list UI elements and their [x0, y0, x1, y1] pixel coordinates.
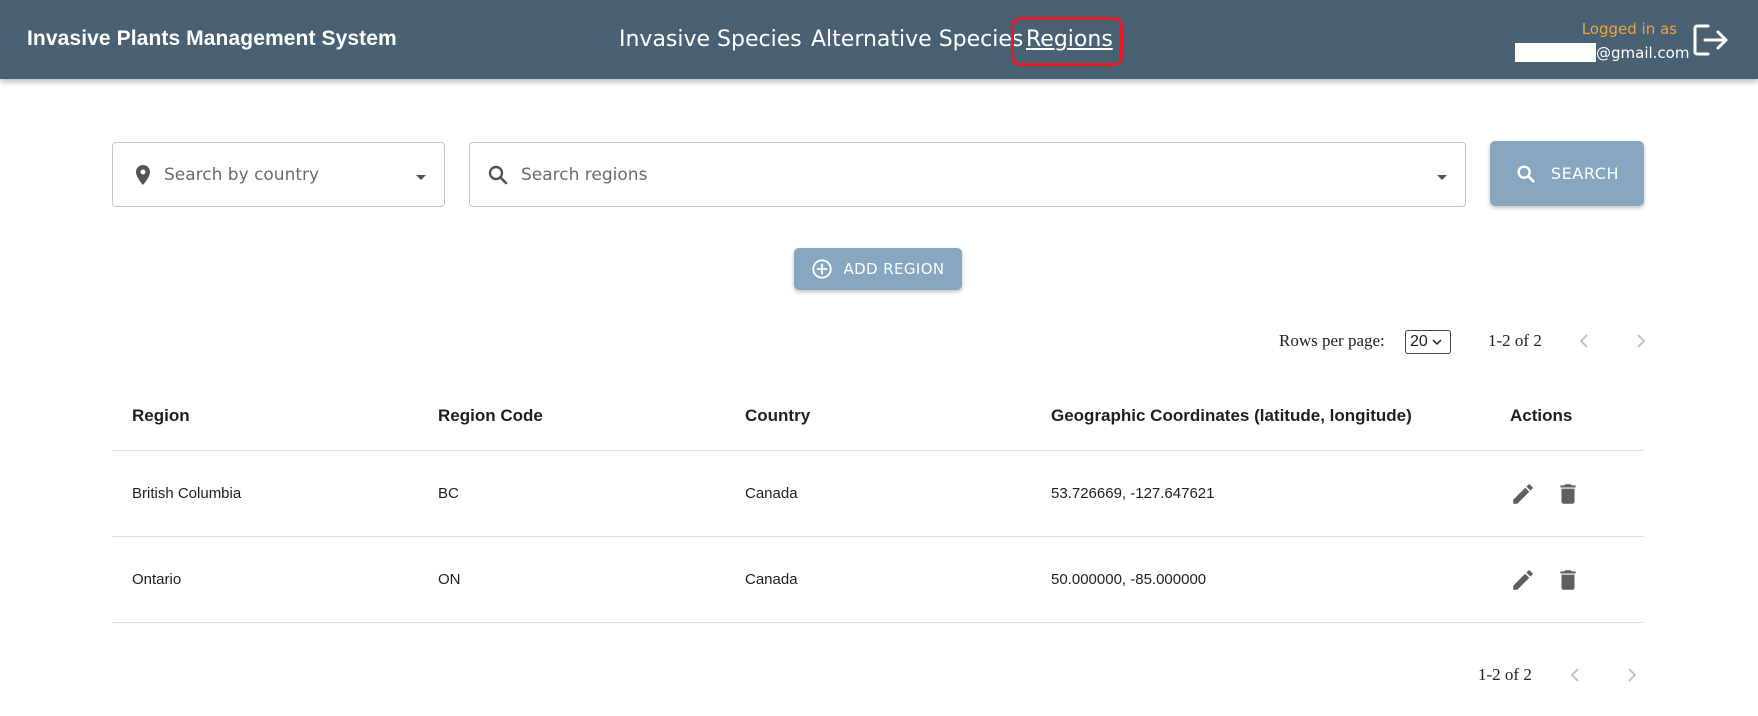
edit-pencil-icon[interactable]: [1510, 567, 1536, 593]
active-nav-highlight: [1011, 17, 1123, 66]
add-region-label: ADD REGION: [843, 260, 945, 278]
search-icon: [488, 165, 508, 185]
row-actions: [1510, 451, 1600, 536]
email-domain: @gmail.com: [1596, 43, 1690, 62]
prev-page-icon[interactable]: [1566, 665, 1586, 685]
top-app-bar: Invasive Plants Management System Invasi…: [0, 0, 1758, 79]
dropdown-caret-icon: [1437, 175, 1447, 180]
chevron-down-icon: [1432, 339, 1442, 346]
logout-icon: [1693, 24, 1728, 56]
rows-per-page-value: 20: [1410, 333, 1428, 350]
region-placeholder: Search regions: [521, 165, 648, 185]
column-header-region[interactable]: Region: [132, 381, 190, 450]
row-actions: [1510, 537, 1600, 622]
country-select[interactable]: Search by country: [112, 142, 445, 207]
redacted-email-mask: [1515, 43, 1596, 62]
column-header-country[interactable]: Country: [745, 381, 810, 450]
add-circle-icon: [812, 259, 833, 279]
nav-alternative-species[interactable]: Alternative Species: [811, 27, 1023, 52]
search-icon: [1517, 164, 1535, 183]
next-page-icon[interactable]: [1630, 331, 1650, 351]
cell-region: Ontario: [132, 571, 182, 588]
cell-region-code: BC: [438, 485, 459, 502]
region-search-input[interactable]: Search regions: [469, 142, 1466, 207]
location-pin-icon: [136, 165, 150, 185]
nav-invasive-species[interactable]: Invasive Species: [619, 27, 802, 52]
prev-page-icon[interactable]: [1575, 331, 1595, 351]
rows-per-page-select[interactable]: 20: [1405, 330, 1451, 354]
page-range-top: 1-2 of 2: [1488, 331, 1542, 350]
column-header-coordinates[interactable]: Geographic Coordinates (latitude, longit…: [1051, 381, 1412, 450]
user-email: @gmail.com: [1515, 42, 1689, 63]
cell-coordinates: 50.000000, -85.000000: [1051, 571, 1207, 588]
table-row: British Columbia BC Canada 53.726669, -1…: [112, 451, 1644, 537]
next-page-icon[interactable]: [1621, 665, 1641, 685]
search-button[interactable]: SEARCH: [1490, 141, 1644, 206]
cell-coordinates: 53.726669, -127.647621: [1051, 485, 1215, 502]
search-button-label: SEARCH: [1550, 164, 1620, 183]
delete-trash-icon[interactable]: [1555, 567, 1581, 593]
edit-pencil-icon[interactable]: [1510, 481, 1536, 507]
table-row: Ontario ON Canada 50.000000, -85.000000: [112, 537, 1644, 623]
dropdown-caret-icon: [416, 175, 426, 180]
app-title: Invasive Plants Management System: [27, 27, 397, 50]
rows-per-page-label: Rows per page:: [1279, 331, 1385, 350]
table-header: Region Region Code Country Geographic Co…: [112, 381, 1644, 451]
cell-region: British Columbia: [132, 485, 242, 502]
column-header-region-code[interactable]: Region Code: [438, 381, 543, 450]
cell-region-code: ON: [438, 571, 461, 588]
column-header-actions: Actions: [1510, 405, 1573, 425]
logout-button[interactable]: [1692, 22, 1730, 58]
add-region-button[interactable]: ADD REGION: [794, 248, 962, 290]
logged-in-label: Logged in as: [1581, 20, 1677, 38]
delete-trash-icon[interactable]: [1555, 481, 1581, 507]
regions-table: Region Region Code Country Geographic Co…: [112, 381, 1644, 623]
cell-country: Canada: [745, 485, 798, 502]
country-placeholder: Search by country: [164, 165, 320, 185]
cell-country: Canada: [745, 571, 798, 588]
page-range-bottom: 1-2 of 2: [1478, 665, 1532, 684]
